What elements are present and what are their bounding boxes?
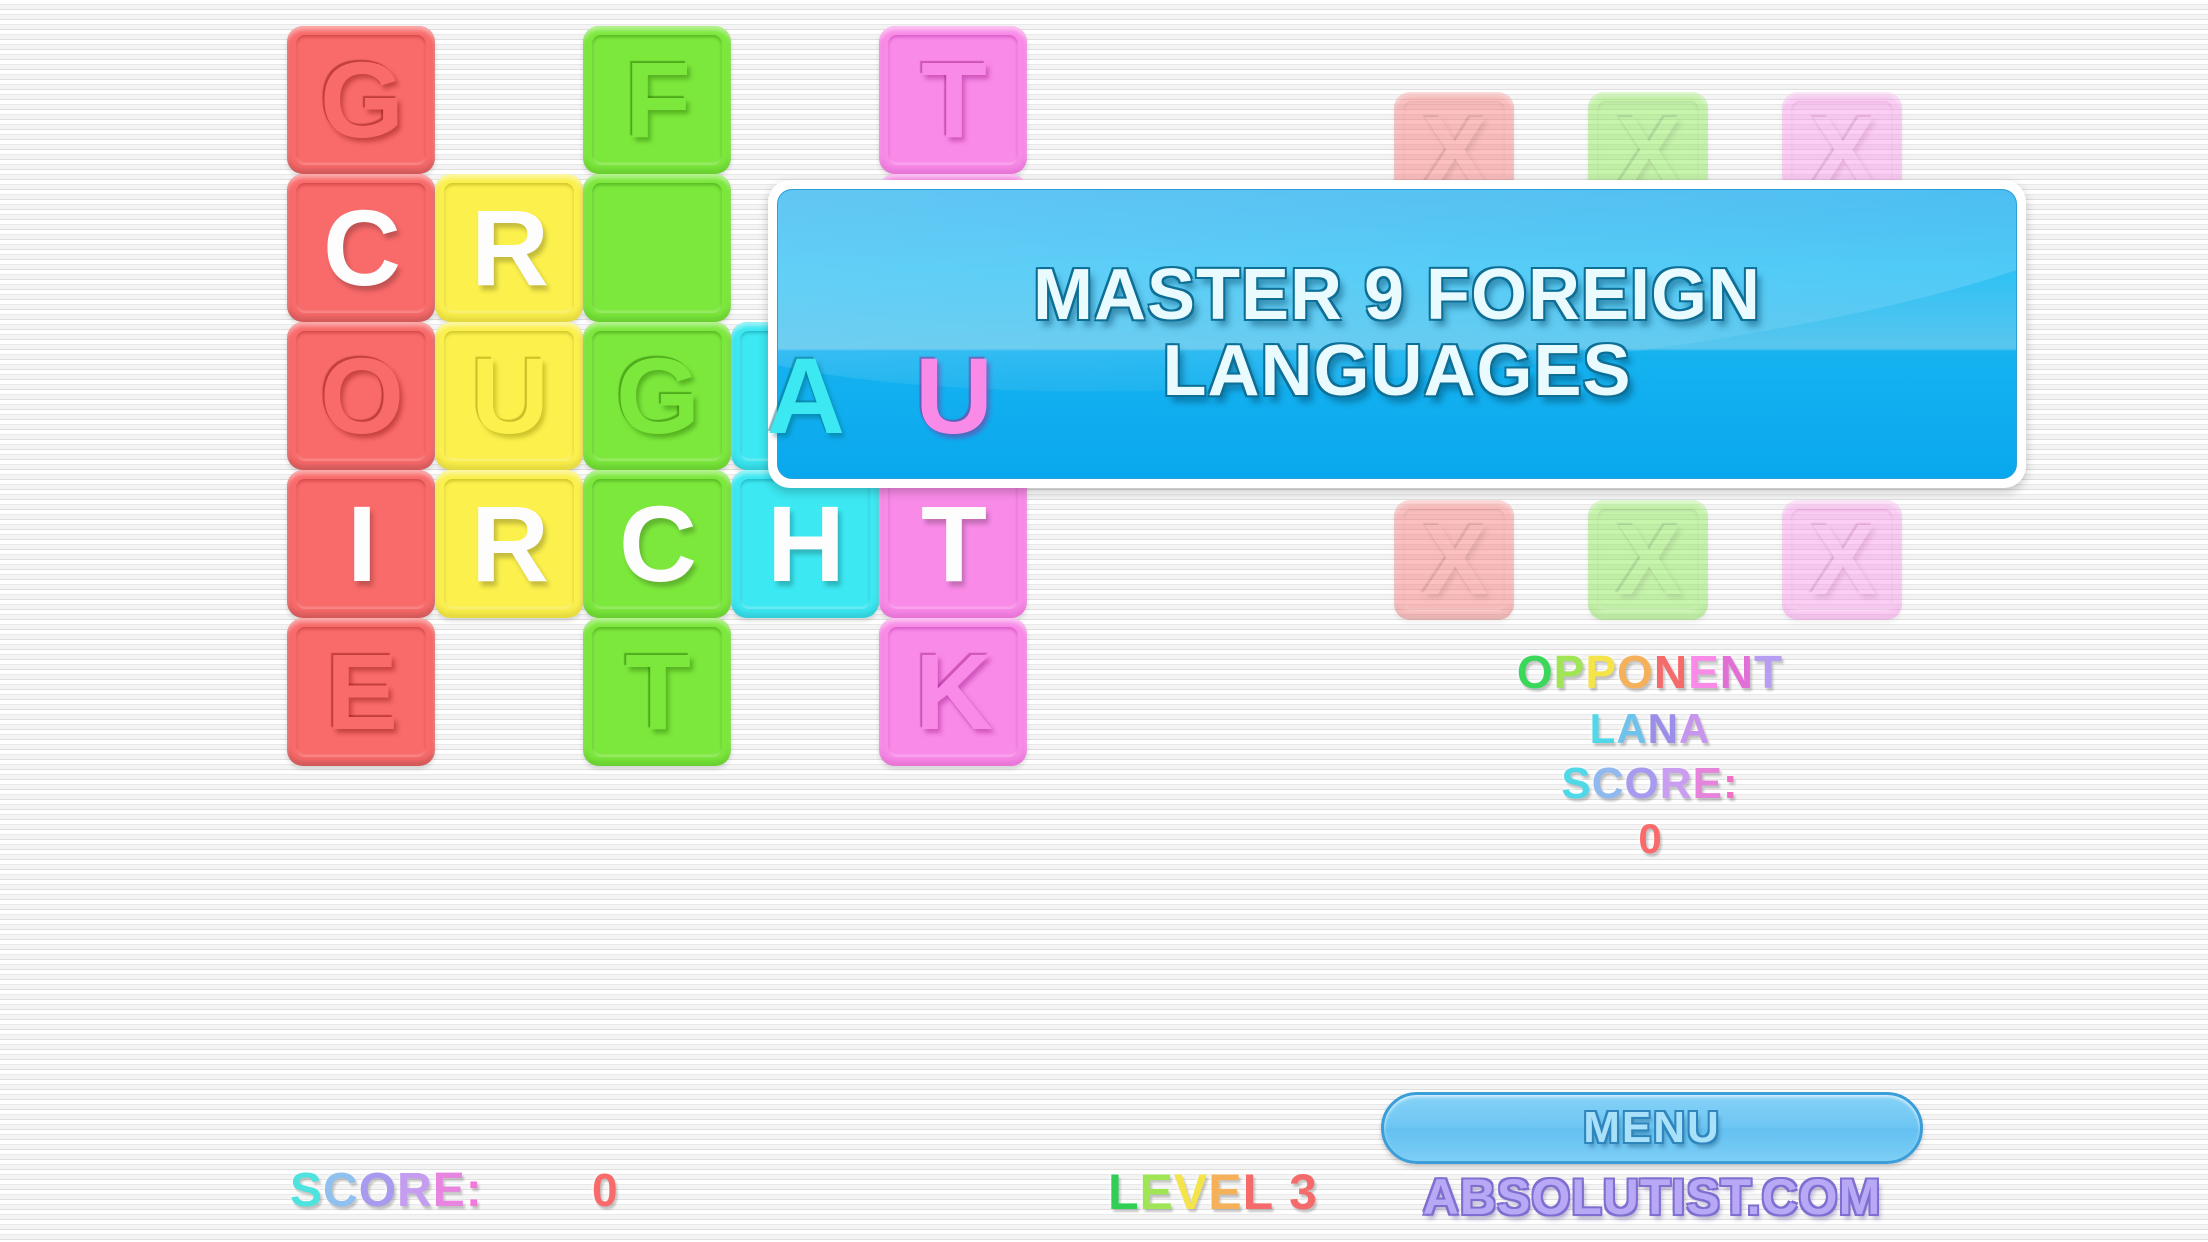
letter-tile[interactable]: R [435, 174, 583, 322]
letter-tile[interactable]: U [435, 322, 583, 470]
opponent-panel: OPPONENT LANA SCORE: 0 [1340, 645, 1960, 869]
promo-banner-line2: LANGUAGES [1162, 331, 1632, 411]
letter-tile[interactable]: H [731, 470, 879, 618]
tile-letter: T [921, 483, 987, 604]
menu-button[interactable]: MENU [1381, 1092, 1923, 1164]
letter-tile[interactable]: O [287, 322, 435, 470]
letter-tile[interactable]: I [287, 470, 435, 618]
promo-banner-text: MASTER 9 FOREIGN LANGUAGES [1033, 258, 1761, 409]
letter-tile[interactable] [583, 174, 731, 322]
opponent-score-label: SCORE: [1561, 759, 1739, 808]
tile-letter: H [767, 483, 845, 604]
tile-letter: U [915, 335, 993, 456]
locked-tile: X [1782, 500, 1902, 620]
locked-tile: X [1588, 500, 1708, 620]
letter-tile[interactable]: T [879, 470, 1027, 618]
tile-letter: U [471, 335, 549, 456]
score-label: SCORE: [290, 1164, 483, 1217]
letter-tile[interactable]: G [583, 322, 731, 470]
letter-tile[interactable]: C [287, 174, 435, 322]
opponent-title: OPPONENT [1516, 646, 1784, 698]
menu-button-label: MENU [1583, 1103, 1721, 1152]
tile-letter: R [471, 187, 549, 308]
tile-letter: T [921, 39, 987, 160]
absolutist-site-link[interactable]: ABSOLUTIST.COM [1381, 1168, 1923, 1226]
letter-tile[interactable]: K [879, 618, 1027, 766]
tile-letter: C [619, 483, 697, 604]
letter-tile[interactable]: T [583, 618, 731, 766]
letter-tile[interactable]: F [583, 26, 731, 174]
tile-letter: O [319, 335, 404, 456]
tile-letter: R [471, 483, 549, 604]
promo-banner-line1: MASTER 9 FOREIGN [1032, 255, 1762, 336]
locked-tile-letter: X [1809, 504, 1877, 616]
tile-letter: G [615, 335, 700, 456]
opponent-name: LANA [1589, 705, 1711, 752]
tile-letter: T [625, 631, 691, 752]
letter-tile[interactable]: G [287, 26, 435, 174]
level-indicator: LEVEL 3 [1108, 1164, 1318, 1220]
letter-tile[interactable]: E [287, 618, 435, 766]
game-screen: GCOIERURFGCTAHTUTK XXXXXX MASTER 9 FOREI… [0, 0, 2208, 1242]
tile-letter: A [767, 335, 845, 456]
locked-tile-letter: X [1421, 504, 1489, 616]
tile-letter: K [915, 631, 993, 752]
tile-inner-bevel [592, 183, 722, 313]
locked-tile: X [1394, 500, 1514, 620]
letter-tile[interactable]: R [435, 470, 583, 618]
tile-letter: E [325, 631, 398, 752]
locked-tile-letter: X [1615, 504, 1683, 616]
score-value: 0 [592, 1164, 618, 1216]
letter-tile[interactable]: C [583, 470, 731, 618]
letter-tile[interactable]: T [879, 26, 1027, 174]
tile-letter: F [625, 39, 691, 160]
tile-letter: C [323, 187, 401, 308]
tile-letter: G [319, 39, 404, 160]
opponent-score-value: 0 [1638, 815, 1662, 862]
tile-letter: I [346, 483, 377, 604]
